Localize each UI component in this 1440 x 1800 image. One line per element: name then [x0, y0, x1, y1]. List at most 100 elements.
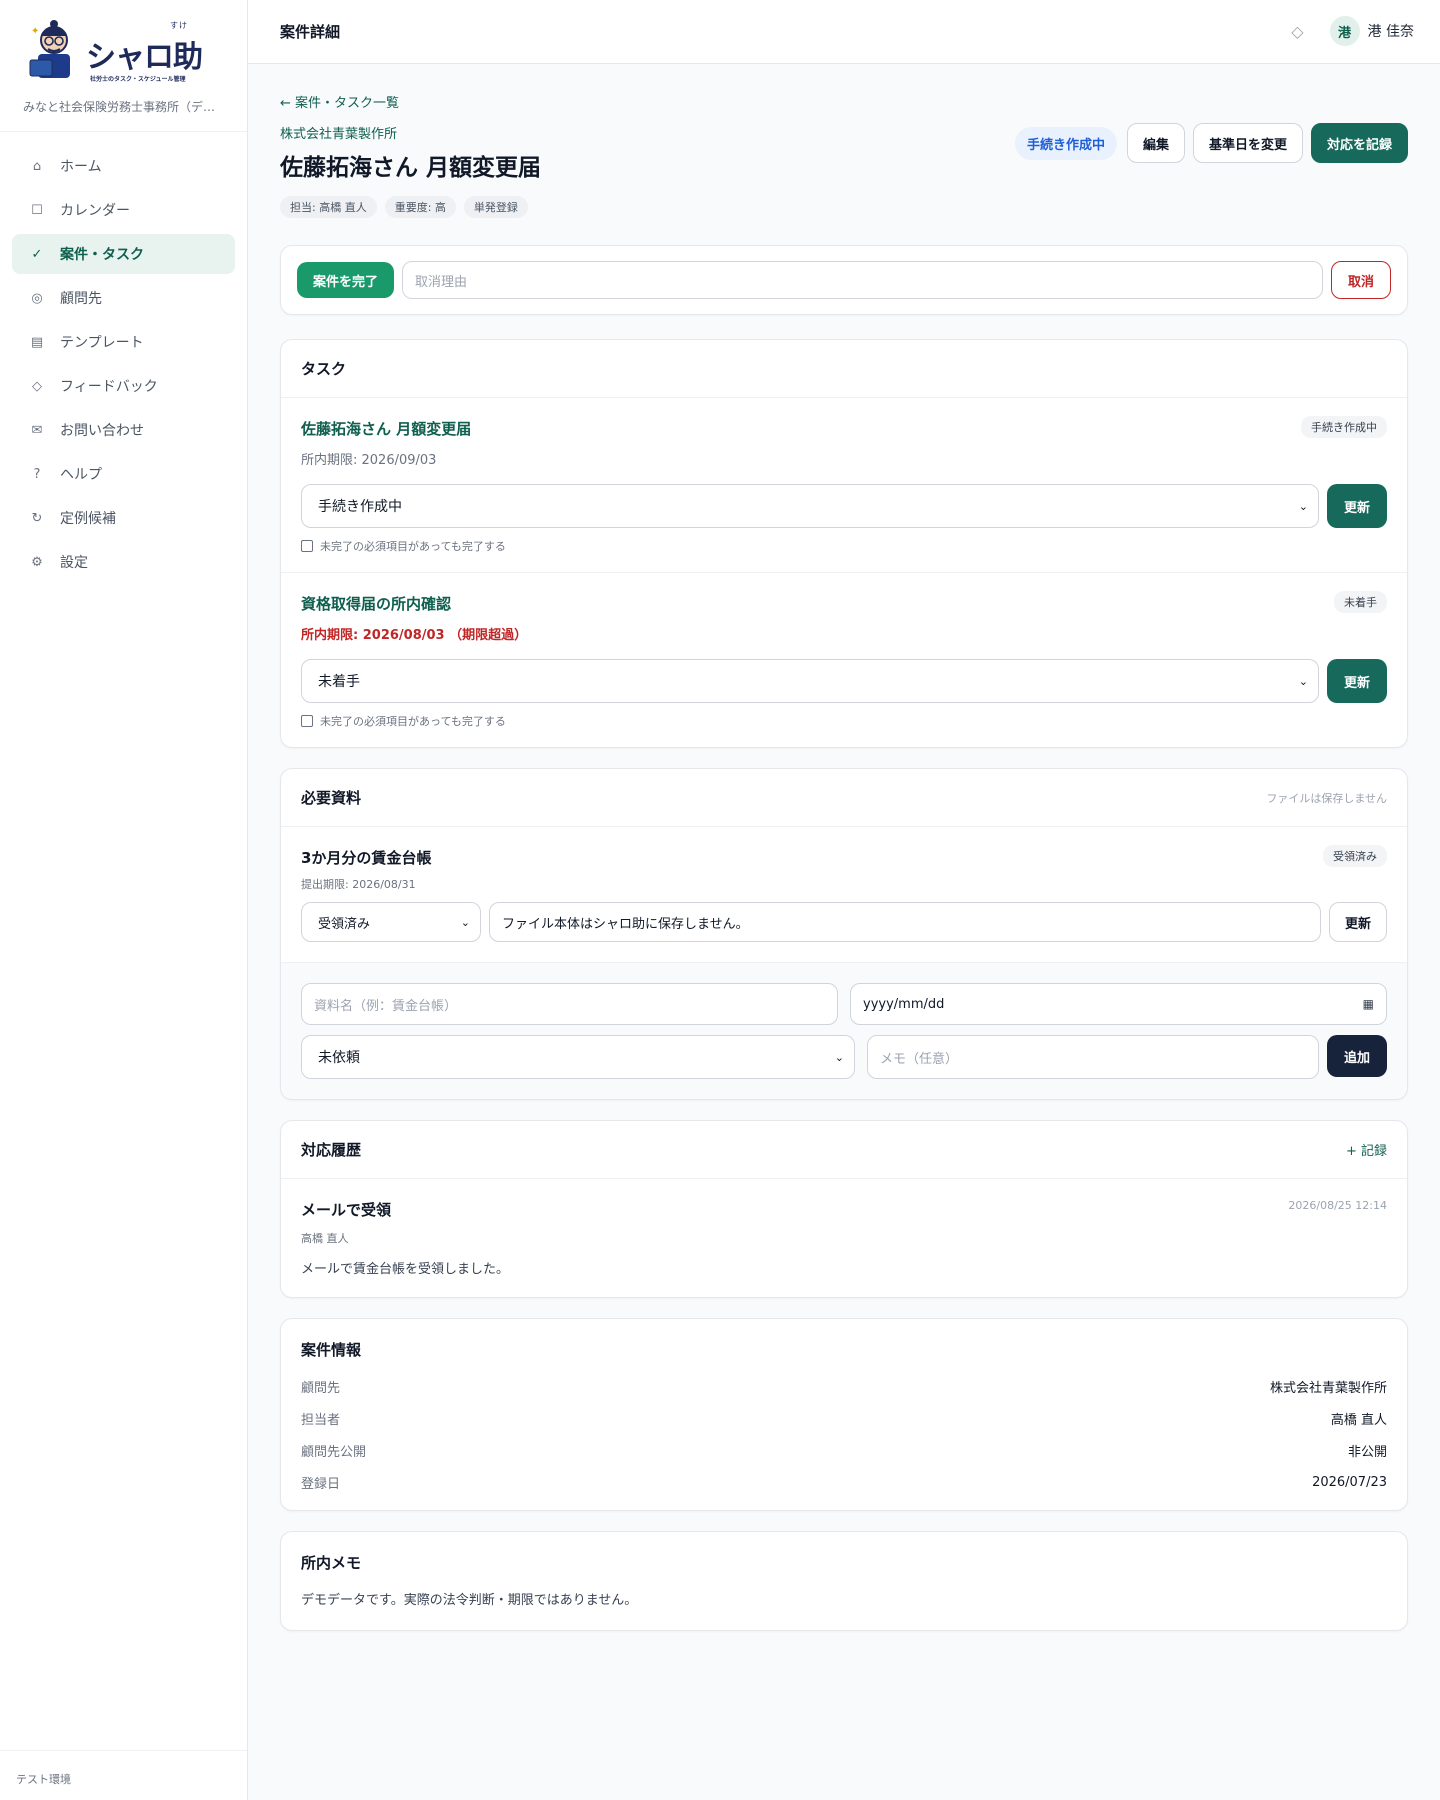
- add-record-link[interactable]: + 記録: [1346, 1140, 1387, 1159]
- nav-item-settings[interactable]: ⚙ 設定: [12, 542, 235, 582]
- info-value: 高橋 直人: [1330, 1412, 1387, 1428]
- force-complete-checkbox[interactable]: 未完了の必須項目があっても完了する: [301, 538, 1387, 572]
- info-value: 2026/07/23: [1312, 1474, 1387, 1490]
- info-key: 顧問先: [301, 1380, 341, 1396]
- task-name[interactable]: 佐藤拓海さん 月額変更届: [301, 418, 1387, 439]
- topbar: 案件詳細 ◇ 港 港 佳奈: [248, 0, 1440, 64]
- complete-bar: 案件を完了 取消理由 取消: [280, 245, 1408, 315]
- info-value: 株式会社青葉製作所: [1269, 1380, 1387, 1396]
- document-item: 3か月分の賃金台帳 受領済み 提出期限: 2026/08/31 受領済み ⌄ ファ…: [281, 827, 1407, 963]
- template-icon: ▤: [30, 334, 44, 350]
- documents-note: ファイルは保存しません: [1266, 791, 1387, 805]
- side-nav: ⌂ ホーム ☐ カレンダー ✓ 案件・タスク ◎ 顧問先 ▤ テンプレート ◇ フィードバッ…: [0, 132, 247, 582]
- document-new-status-select[interactable]: 未依頼 ⌄: [301, 1035, 855, 1079]
- document-name-input[interactable]: 資料名（例：賃金台帳）: [301, 983, 838, 1025]
- client-icon: ◎: [31, 290, 43, 306]
- nav-item-cases[interactable]: ✓ 案件・タスク: [12, 234, 235, 274]
- history-item: メールで受領 2026/08/25 12:14 高橋 直人 メールで賃金台帳を受…: [281, 1179, 1407, 1297]
- add-document-button[interactable]: 追加: [1327, 1035, 1387, 1077]
- status-badge: 手続き作成中: [1014, 126, 1117, 160]
- case-actions: 手続き作成中 編集 基準日を変更 対応を記録: [1014, 123, 1408, 163]
- logo-area: ✦ シャロ助 すけ 社労士のタスク・スケジュール管理 みなと社会保険労務士事務所…: [0, 0, 247, 132]
- tasks-card: タスク 佐藤拓海さん 月額変更届 手続き作成中 所内期限: 2026/09/03…: [280, 339, 1408, 748]
- history-item-title: メールで受領: [301, 1201, 392, 1219]
- logo-sub: 社労士のタスク・スケジュール管理: [90, 76, 186, 83]
- cancel-reason-input[interactable]: 取消理由: [402, 261, 1323, 299]
- select-value: 未着手: [318, 674, 360, 690]
- home-icon: ⌂: [32, 158, 42, 174]
- task-status-select[interactable]: 手続き作成中 ⌄: [301, 484, 1319, 528]
- document-memo-new-input[interactable]: メモ（任意）: [867, 1035, 1319, 1079]
- nav-item-calendar[interactable]: ☐ カレンダー: [12, 190, 235, 230]
- nav-item-help[interactable]: ? ヘルプ: [12, 454, 235, 494]
- checkbox-icon[interactable]: [301, 540, 313, 552]
- mail-icon: ✉: [31, 422, 43, 438]
- nav-label: ホーム: [60, 159, 102, 175]
- office-name: みなと社会保険労務士事務所（デ…: [23, 100, 216, 114]
- task-update-button[interactable]: 更新: [1327, 659, 1387, 703]
- tasks-header: タスク: [281, 340, 1407, 398]
- tasks-title: タスク: [301, 360, 347, 378]
- back-link[interactable]: ← 案件・タスク一覧: [280, 92, 1408, 111]
- nav-item-feedback[interactable]: ◇ フィードバック: [12, 366, 235, 406]
- nav-item-home[interactable]: ⌂ ホーム: [12, 146, 235, 186]
- tag-priority: 重要度: 高: [384, 196, 456, 218]
- nav-label: ヘルプ: [60, 467, 102, 483]
- user-name[interactable]: 港 佳奈: [1368, 21, 1414, 41]
- document-add-form: 資料名（例：賃金台帳） yyyy/mm/dd ▦ 未依頼 ⌄ メモ（任意） 追加: [281, 963, 1407, 1099]
- edit-button[interactable]: 編集: [1126, 123, 1185, 163]
- tag-type: 単発登録: [463, 196, 528, 218]
- nav-label: テンプレート: [60, 335, 144, 351]
- logo-ruby: すけ: [170, 21, 188, 30]
- case-info-header: 案件情報: [281, 1319, 1407, 1360]
- record-action-button[interactable]: 対応を記録: [1310, 123, 1408, 163]
- app-logo[interactable]: ✦ シャロ助 すけ 社労士のタスク・スケジュール管理: [24, 18, 247, 84]
- nav-label: 案件・タスク: [60, 247, 144, 263]
- complete-case-button[interactable]: 案件を完了: [297, 262, 395, 298]
- calendar-icon[interactable]: ▦: [1363, 997, 1374, 1011]
- memo-title: 所内メモ: [301, 1554, 362, 1572]
- diamond-icon[interactable]: ◇: [1291, 22, 1303, 41]
- history-card: 対応履歴 + 記録 メールで受領 2026/08/25 12:14 高橋 直人 …: [280, 1120, 1408, 1298]
- task-status-badge: 未着手: [1334, 591, 1387, 613]
- memo-add-group: メモ（任意） 追加: [867, 1035, 1387, 1079]
- change-date-button[interactable]: 基準日を変更: [1192, 123, 1303, 163]
- nav-item-contact[interactable]: ✉ お問い合わせ: [12, 410, 235, 450]
- sidebar: ✦ シャロ助 すけ 社労士のタスク・スケジュール管理 みなと社会保険労務士事務所…: [0, 0, 248, 1800]
- main-content: ← 案件・タスク一覧 株式会社青葉製作所 佐藤拓海さん 月額変更届 担当: 高橋…: [280, 64, 1408, 1631]
- task-item: 資格取得届の所内確認 未着手 所内期限: 2026/08/03 （期限超過） 未…: [281, 572, 1407, 747]
- settings-icon: ⚙: [31, 554, 43, 570]
- document-due: 提出期限: 2026/08/31: [301, 878, 416, 891]
- task-due: 所内期限: 2026/09/03: [301, 453, 437, 468]
- calendar-icon: ☐: [31, 202, 43, 218]
- history-title: 対応履歴: [301, 1141, 362, 1159]
- cancel-case-button[interactable]: 取消: [1330, 261, 1391, 299]
- nav-item-templates[interactable]: ▤ テンプレート: [12, 322, 235, 362]
- avatar[interactable]: 港: [1329, 16, 1360, 46]
- select-value: 手続き作成中: [318, 499, 402, 515]
- document-memo-input[interactable]: ファイル本体はシャロ助に保存しません。: [489, 902, 1321, 942]
- info-value: 非公開: [1347, 1444, 1387, 1460]
- history-item-time: 2026/08/25 12:14: [1288, 1199, 1387, 1212]
- chevron-down-icon: ⌄: [1298, 499, 1308, 513]
- info-row: 顧問先 株式会社青葉製作所: [281, 1370, 1407, 1402]
- checkbox-icon[interactable]: [301, 715, 313, 727]
- document-date-input[interactable]: yyyy/mm/dd ▦: [850, 983, 1387, 1025]
- document-update-button[interactable]: 更新: [1328, 902, 1387, 942]
- task-status-select[interactable]: 未着手 ⌄: [301, 659, 1319, 703]
- info-row: 顧問先公開 非公開: [281, 1434, 1407, 1466]
- task-update-button[interactable]: 更新: [1327, 484, 1387, 528]
- task-status-badge: 手続き作成中: [1301, 416, 1387, 438]
- force-complete-checkbox[interactable]: 未完了の必須項目があっても完了する: [301, 713, 1387, 747]
- memo-body: デモデータです。実際の法令判断・期限ではありません。: [301, 1593, 638, 1608]
- case-tags: 担当: 高橋 直人 重要度: 高 単発登録: [280, 196, 1408, 218]
- task-name[interactable]: 資格取得届の所内確認: [301, 593, 1387, 614]
- document-status-select[interactable]: 受領済み ⌄: [301, 902, 481, 942]
- task-status-row: 未着手 ⌄ 更新: [301, 659, 1387, 703]
- nav-item-recurring[interactable]: ↻ 定例候補: [12, 498, 235, 538]
- info-row: 登録日 2026/07/23: [281, 1466, 1407, 1498]
- history-item-author: 高橋 直人: [301, 1232, 349, 1245]
- nav-item-clients[interactable]: ◎ 顧問先: [12, 278, 235, 318]
- date-placeholder: yyyy/mm/dd: [863, 996, 945, 1012]
- env-label: テスト環境: [0, 1750, 247, 1800]
